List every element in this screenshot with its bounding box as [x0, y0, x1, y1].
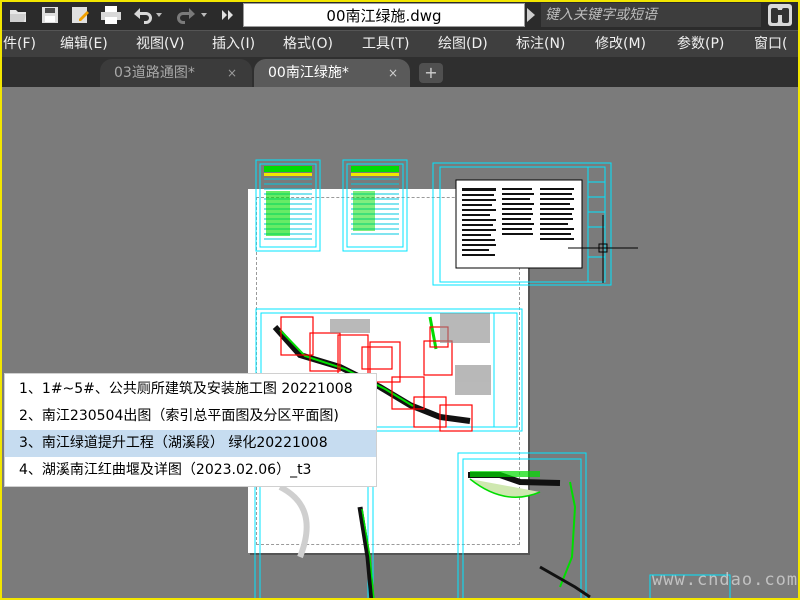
menu-view[interactable]: 视图(V) [136, 31, 185, 57]
sheet-table-1 [255, 159, 321, 252]
sheet-table-2 [342, 159, 408, 252]
binoculars-icon[interactable] [768, 4, 792, 26]
save-icon[interactable] [40, 5, 60, 25]
sheet-notes [432, 162, 612, 286]
recent-files-list: 1、1#~5#、公共厕所建筑及安装施工图 20221008 2、南江230504… [4, 373, 377, 487]
recent-file-item[interactable]: 1、1#~5#、公共厕所建筑及安装施工图 20221008 [5, 376, 376, 403]
menu-insert[interactable]: 插入(I) [212, 31, 255, 57]
menu-dimension[interactable]: 标注(N) [516, 31, 565, 57]
sheet-lower-right [457, 452, 591, 600]
menu-parametric[interactable]: 参数(P) [677, 31, 724, 57]
new-tab-button[interactable]: + [419, 63, 443, 83]
menu-file[interactable]: 件(F) [3, 31, 36, 57]
tab-label: 00南江绿施* [268, 65, 349, 81]
menu-window[interactable]: 窗口( [754, 31, 787, 57]
title-arrow-icon[interactable] [527, 8, 535, 22]
menu-format[interactable]: 格式(O) [283, 31, 333, 57]
print-icon[interactable] [100, 5, 121, 25]
recent-file-item[interactable]: 2、南江230504出图（索引总平面图及分区平面图) [5, 403, 376, 430]
undo-icon[interactable] [130, 5, 164, 25]
recent-file-item-selected[interactable]: 3、南江绿道提升工程（湖溪段） 绿化20221008 [5, 430, 376, 457]
tab-label: 03道路通图* [114, 65, 195, 81]
menu-tools[interactable]: 工具(T) [362, 31, 409, 57]
more-icon[interactable] [218, 5, 238, 25]
file-tab-bar: 03道路通图* × 00南江绿施* × + [0, 57, 800, 87]
menu-modify[interactable]: 修改(M) [595, 31, 646, 57]
menu-edit[interactable]: 编辑(E) [60, 31, 108, 57]
file-title: 00南江绿施.dwg [243, 3, 525, 27]
watermark: www.cndao.com [652, 570, 799, 590]
search-input[interactable]: 键入关键字或短语 [541, 3, 761, 27]
redo-icon[interactable] [175, 5, 209, 25]
open-folder-icon[interactable] [8, 5, 28, 25]
title-bar: 00南江绿施.dwg 键入关键字或短语 [0, 0, 800, 30]
save-as-icon[interactable] [70, 5, 90, 25]
menu-draw[interactable]: 绘图(D) [438, 31, 488, 57]
close-icon[interactable]: × [227, 59, 237, 87]
drawing-canvas[interactable]: 1、1#~5#、公共厕所建筑及安装施工图 20221008 2、南江230504… [0, 87, 800, 600]
tab-roads[interactable]: 03道路通图* × [100, 59, 252, 87]
tab-nanjiang[interactable]: 00南江绿施* × [254, 59, 410, 87]
drawing-geometry [254, 159, 731, 600]
close-icon[interactable]: × [388, 59, 398, 87]
recent-file-item[interactable]: 4、湖溪南江红曲堰及详图（2023.02.06）_t3 [5, 457, 376, 484]
menu-bar: 件(F) 编辑(E) 视图(V) 插入(I) 格式(O) 工具(T) 绘图(D)… [0, 30, 800, 57]
